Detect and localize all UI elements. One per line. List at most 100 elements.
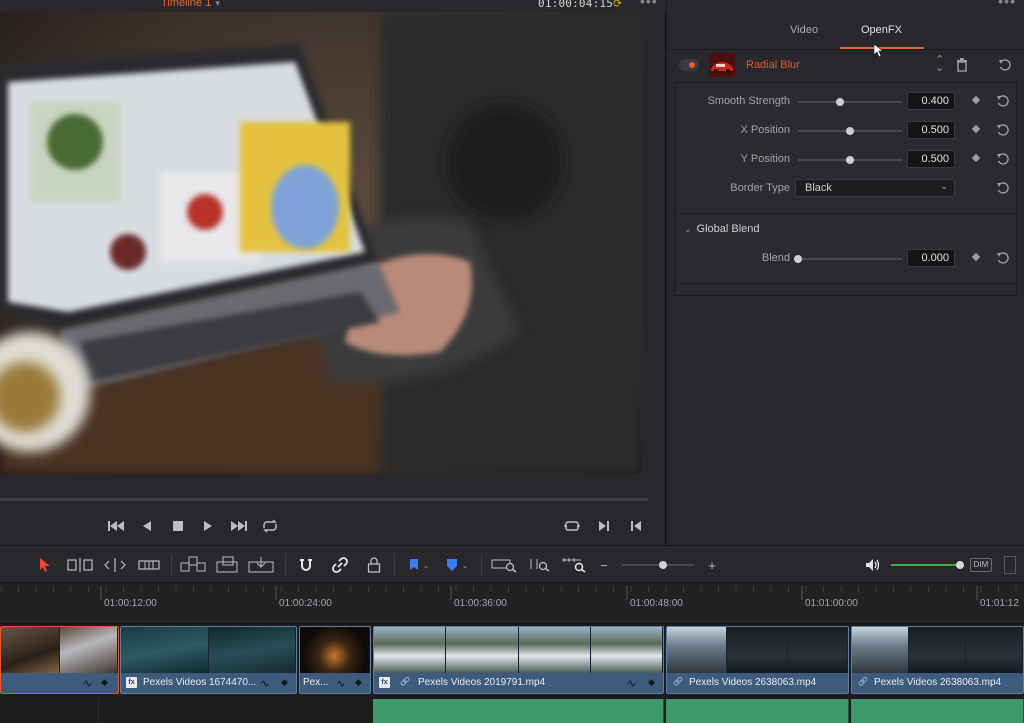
keyframe-icon[interactable] [971,95,981,105]
tab-video[interactable]: Video [790,24,818,36]
replace-clip-button[interactable] [248,555,274,575]
magnet-icon [300,559,312,571]
flag-dropdown-button[interactable]: ⌄ [404,555,434,575]
viewer-scrubber[interactable] [0,498,648,501]
zoom-detail-button[interactable] [526,555,552,575]
overwrite-clip-button[interactable] [215,555,239,575]
audio-track-1 [0,698,1024,723]
insert-clip-button[interactable] [180,555,206,575]
timecode-ruler[interactable]: 01:00:12:00 01:00:24:00 01:00:36:00 01:0… [0,584,1024,624]
reset-icon[interactable] [996,152,1010,166]
slider-knob[interactable] [659,561,667,569]
effect-header: Radial Blur ⌃ ⌄ [667,50,1024,82]
keyframe-icon[interactable]: ◆ [101,677,108,688]
clip-thumbnails [121,627,296,675]
clip-thumbnail [667,627,728,675]
sync-icon[interactable]: ⟳ [613,0,625,10]
effect-enable-toggle[interactable] [679,59,699,71]
clip-label-bar: Pex... ∿ ◆ [300,673,370,693]
blade-tool-button[interactable] [138,555,160,575]
curve-icon[interactable]: ∿ [627,677,636,690]
keyframe-icon[interactable]: ◆ [355,677,362,688]
previous-edit-button[interactable] [626,516,646,536]
timeline-selector[interactable]: Timeline 1 ▾ [161,0,220,9]
reset-icon[interactable] [996,181,1010,195]
chevron-down-icon: ⌄ [940,181,948,191]
linked-selection-button[interactable] [330,555,350,575]
play-button[interactable] [198,516,218,536]
tab-openfx[interactable]: OpenFX [861,24,902,36]
timeline-clip[interactable]: ∿ ◆ [0,626,119,694]
audio-clip[interactable] [666,699,849,723]
slider-knob[interactable] [794,255,802,263]
audio-clip[interactable] [373,699,664,723]
x-position-slider[interactable] [798,127,902,135]
curve-icon[interactable]: ∿ [336,677,345,690]
reset-icon[interactable] [996,251,1010,265]
curve-icon[interactable]: ∿ [260,677,269,690]
smooth-strength-field[interactable]: 0.400 [907,92,955,110]
zoom-custom-button[interactable] [560,555,588,575]
blend-field[interactable]: 0.000 [907,249,955,267]
reset-icon[interactable] [996,94,1010,108]
volume-button[interactable] [864,555,882,575]
zoom-out-button[interactable]: − [598,555,610,575]
reorder-icon[interactable]: ⌃ ⌄ [935,55,944,74]
x-position-field[interactable]: 0.500 [907,121,955,139]
dim-button[interactable]: DIM [970,558,992,572]
keyframe-icon[interactable] [971,153,981,163]
pointer-icon [40,558,50,572]
keyframe-icon[interactable] [971,124,981,134]
global-blend-section-toggle[interactable]: ⌄ Global Blend [684,223,760,235]
blend-slider[interactable] [794,255,902,263]
clip-thumbnails [374,627,663,675]
curve-icon[interactable]: ∿ [83,677,92,690]
timeline-clip[interactable]: 🔗 Pexels Videos 2638063.mp4 [851,626,1024,694]
volume-slider[interactable] [891,561,964,569]
zoom-in-button[interactable]: + [706,555,718,575]
timeline-clip[interactable]: fx 🔗 Pexels Videos 2019791.mp4 ∿ ◆ [373,626,664,694]
reset-icon[interactable] [996,123,1010,137]
y-position-slider[interactable] [798,156,902,164]
keyframe-icon[interactable]: ◆ [648,677,655,688]
trash-icon[interactable] [956,58,968,72]
slider-knob[interactable] [836,98,844,106]
snapping-button[interactable] [296,555,316,575]
slider-knob[interactable] [846,156,854,164]
param-blend: Blend 0.000 [676,246,1016,272]
viewer-timecode[interactable]: 01:00:04:15 [538,0,613,10]
reverse-play-button[interactable] [137,516,157,536]
border-type-dropdown[interactable]: Black ⌄ [795,179,955,197]
keyframe-icon[interactable] [971,252,981,262]
slider-knob[interactable] [846,127,854,135]
audio-clip[interactable] [851,699,1024,723]
param-label: Blend [761,252,790,264]
zoom-full-button[interactable] [490,555,518,575]
skip-to-start-button[interactable] [106,516,126,536]
timeline-clip[interactable]: fx Pexels Videos 1674470... ∿ ◆ [120,626,297,694]
video-preview[interactable] [0,12,642,474]
dynamic-trim-button[interactable] [102,555,128,575]
skip-to-end-button[interactable] [229,516,249,536]
selection-tool-button[interactable] [36,555,54,575]
position-lock-button[interactable] [364,555,384,575]
trim-tool-button[interactable] [66,555,94,575]
timeline-clip[interactable]: 🔗 Pexels Videos 2638063.mp4 [666,626,849,694]
timeline-clip[interactable]: Pex... ∿ ◆ [299,626,371,694]
loop-button[interactable] [260,516,280,536]
reset-icon[interactable] [998,58,1012,72]
stop-button[interactable] [168,516,188,536]
match-frame-button[interactable] [562,516,582,536]
clip-title: Pexels Videos 2638063.mp4 [874,677,1002,688]
more-options-icon[interactable]: ••• [640,0,658,9]
smooth-strength-slider[interactable] [798,98,902,106]
timeline-zoom-slider[interactable] [622,561,694,569]
marker-dropdown-button[interactable]: ⌄ [442,555,472,575]
y-position-field[interactable]: 0.500 [907,150,955,168]
next-edit-button[interactable] [594,516,614,536]
more-options-icon[interactable]: ••• [998,0,1016,9]
clip-thumbnails [300,627,370,675]
slider-knob[interactable] [956,561,964,569]
clip-thumbnail [374,627,447,675]
keyframe-icon[interactable]: ◆ [281,677,288,688]
